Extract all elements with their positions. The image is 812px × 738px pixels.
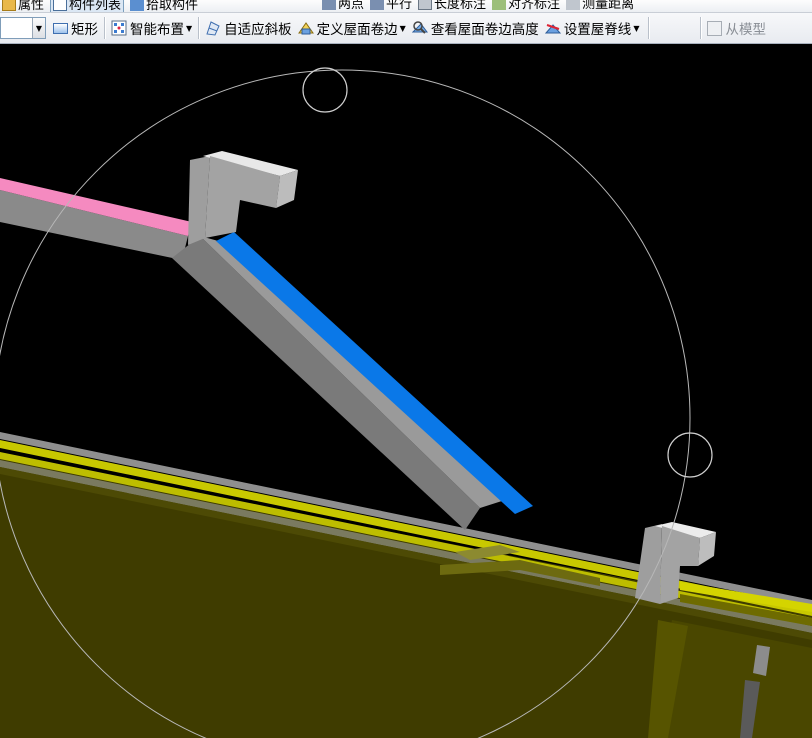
set-ridge-line-icon — [544, 20, 561, 36]
pick-component-icon — [130, 0, 145, 11]
layer-combo[interactable]: ▼ — [0, 17, 46, 39]
set-ridge-line-button[interactable]: 设置屋脊线 ▼ — [542, 16, 643, 40]
dropdown-arrow-icon[interactable]: ▼ — [186, 24, 192, 33]
properties-button[interactable]: 属性 — [2, 0, 44, 12]
top-toolbar: 属性 构件列表 拾取构件 两点 平行 长度标注 对齐标注 测量距离 — [0, 0, 812, 12]
align-annotation-button[interactable]: 对齐标注 — [492, 0, 560, 12]
toolbar-divider — [700, 17, 702, 39]
rectangle-icon — [53, 22, 68, 34]
scene-canvas[interactable] — [0, 45, 812, 738]
toolbar-divider — [104, 17, 105, 39]
length-annotation-icon — [418, 0, 433, 10]
orbit-handle-top[interactable] — [302, 67, 348, 113]
from-model-button[interactable]: 从模型 — [704, 16, 769, 40]
toolbar-divider — [198, 17, 200, 39]
sloped-roof-top[interactable] — [216, 232, 533, 514]
dropdown-arrow-icon[interactable]: ▼ — [400, 24, 406, 33]
measure-distance-icon — [566, 0, 581, 10]
3d-viewport[interactable] — [0, 45, 812, 738]
component-list-icon — [53, 0, 68, 11]
rectangle-button[interactable]: 矩形 — [50, 16, 101, 40]
chevron-down-icon[interactable]: ▼ — [32, 18, 45, 38]
properties-icon — [2, 0, 16, 11]
length-annotation-button[interactable]: 长度标注 — [418, 0, 486, 12]
pick-component-button[interactable]: 拾取构件 — [130, 0, 198, 12]
sloped-roof-side[interactable] — [200, 236, 505, 508]
main-toolbar: ▼ 矩形 智能布置 ▼ 自适应斜板 定义屋面卷边 ▼ 查看屋面卷边高度 设置屋脊… — [0, 12, 812, 44]
component-list-button[interactable]: 构件列表 — [50, 0, 125, 12]
from-model-icon — [707, 20, 723, 36]
measure-distance-button[interactable]: 测量距离 — [566, 0, 634, 12]
parallel-button[interactable]: 平行 — [370, 0, 412, 12]
adaptive-slab-button[interactable]: 自适应斜板 — [202, 16, 295, 40]
define-roof-edge-icon — [297, 20, 314, 36]
view-edge-height-icon — [411, 20, 428, 36]
top-toolbar-left-group: 属性 构件列表 拾取构件 — [2, 0, 204, 12]
parallel-icon — [370, 0, 385, 10]
dropdown-arrow-icon[interactable]: ▼ — [633, 24, 639, 33]
adaptive-slab-icon — [205, 20, 221, 36]
two-point-icon — [322, 0, 336, 10]
view-edge-height-button[interactable]: 查看屋面卷边高度 — [409, 16, 542, 40]
toolbar-divider — [648, 17, 650, 39]
smart-layout-button[interactable]: 智能布置 ▼ — [108, 16, 195, 40]
define-roof-edge-button[interactable]: 定义屋面卷边 ▼ — [295, 16, 409, 40]
orbit-handle-right[interactable] — [667, 432, 713, 478]
smart-layout-icon — [111, 20, 127, 36]
top-toolbar-right-group: 两点 平行 长度标注 对齐标注 测量距离 — [322, 0, 640, 12]
two-point-button[interactable]: 两点 — [322, 0, 364, 12]
align-annotation-icon — [492, 0, 507, 10]
